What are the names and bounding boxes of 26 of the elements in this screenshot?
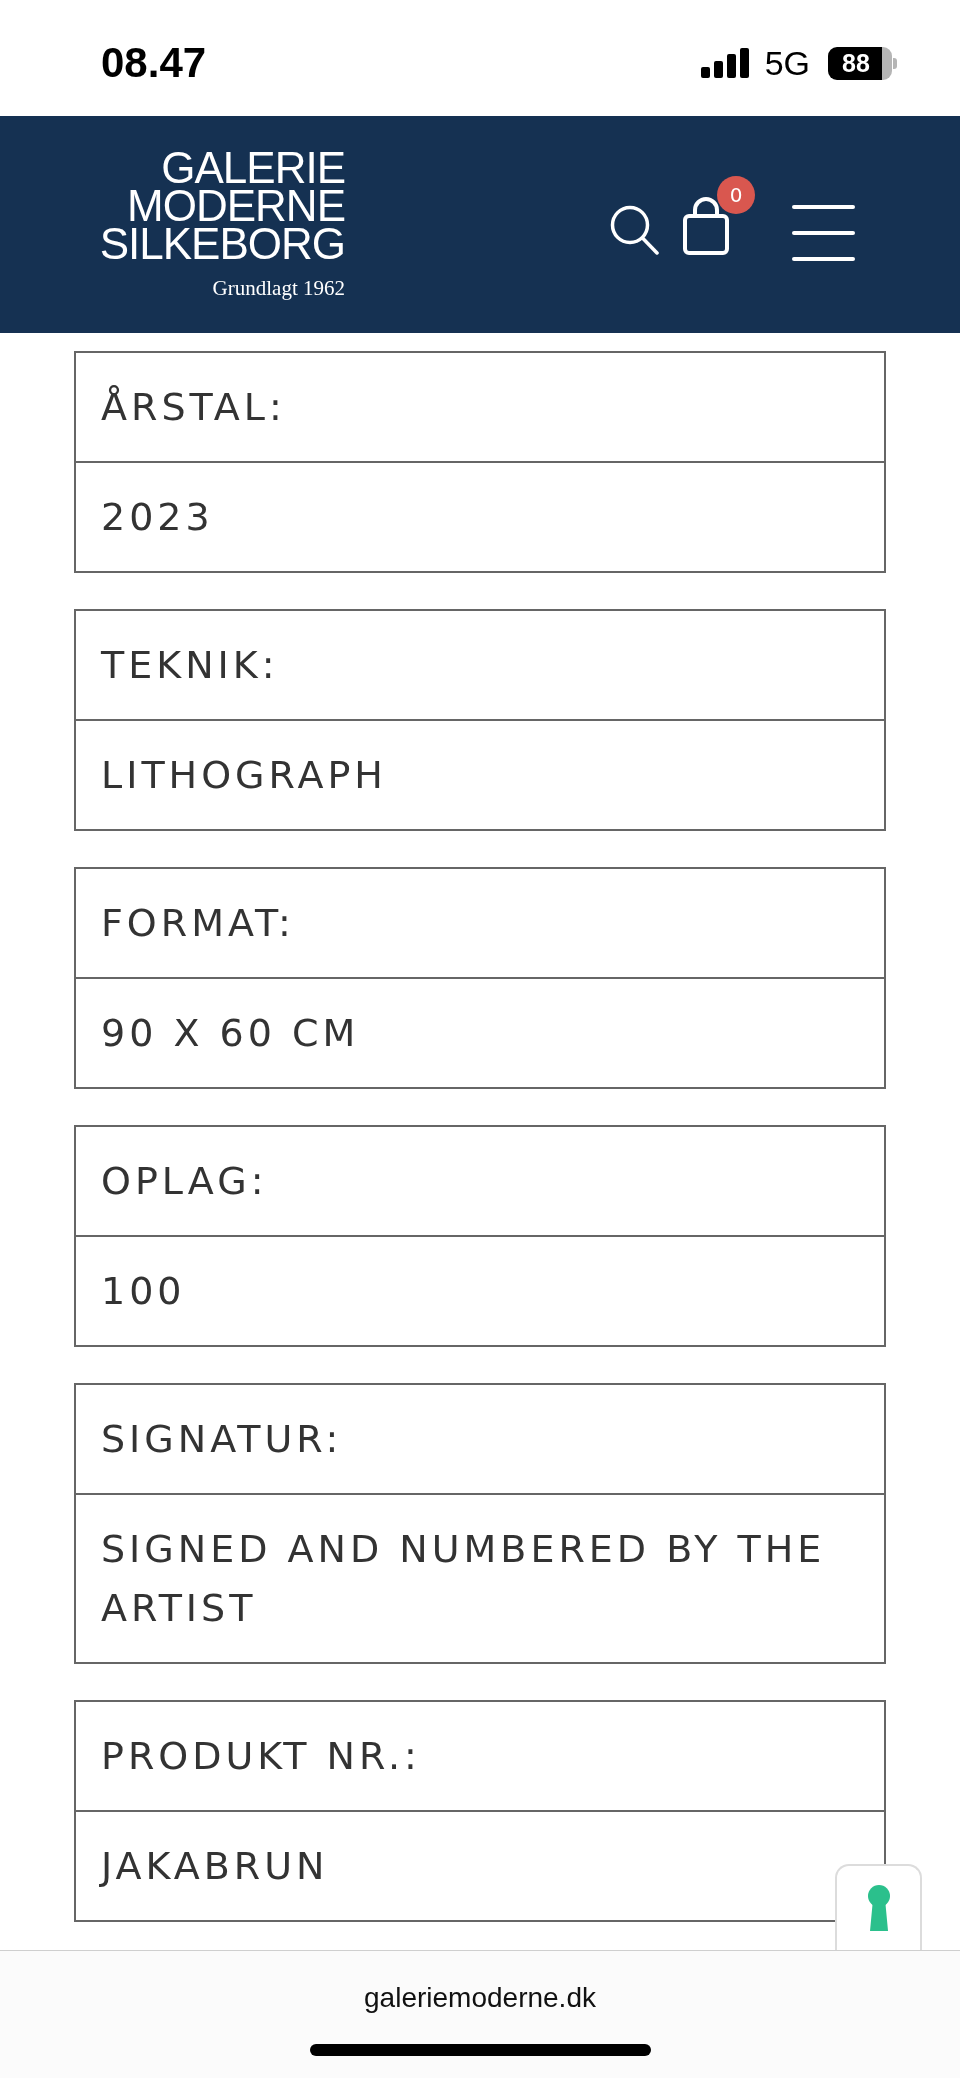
shopping-bag-icon bbox=[683, 196, 729, 255]
network-label: 5G bbox=[764, 43, 810, 83]
battery-indicator: 88 bbox=[828, 46, 897, 80]
signal-icon bbox=[700, 48, 749, 78]
address-url[interactable]: galeriemoderne.dk bbox=[364, 1981, 596, 2015]
spec-label-cell-text: FORMAT: bbox=[100, 899, 296, 947]
search-icon bbox=[610, 205, 659, 255]
keyhole-icon bbox=[866, 1885, 891, 1931]
spec-value-cell: 2023 bbox=[76, 461, 884, 571]
spec-label-cell-text: OPLAG: bbox=[100, 1157, 269, 1205]
menu-icon bbox=[792, 205, 855, 261]
cart-button[interactable]: 0 bbox=[683, 176, 755, 255]
spec-value-cell: SIGNED AND NUMBERED BY THE ARTIST bbox=[76, 1493, 884, 1662]
spec-label-cell-text: SIGNATUR: bbox=[100, 1415, 344, 1463]
spec-value-cell: LITHOGRAPH bbox=[76, 719, 884, 829]
logo-tagline: Grundlagt 1962 bbox=[212, 276, 345, 300]
logo-wordmark[interactable]: GALERIE MODERNE SILKEBORG bbox=[99, 149, 345, 263]
spec-value-cell: 90 X 60 CM bbox=[76, 977, 884, 1087]
status-time: 08.47 bbox=[101, 39, 207, 87]
menu-button[interactable] bbox=[792, 205, 855, 261]
spec-value-cell: 100 bbox=[76, 1235, 884, 1345]
cart-count-badge: 0 bbox=[717, 176, 755, 214]
spec-label-cell-text: ÅRSTAL: bbox=[100, 383, 287, 431]
spec-label-cell-text: PRODUKT NR.: bbox=[100, 1732, 422, 1780]
search-button[interactable] bbox=[610, 205, 659, 255]
spec-label-cell-text: TEKNIK: bbox=[100, 641, 280, 689]
